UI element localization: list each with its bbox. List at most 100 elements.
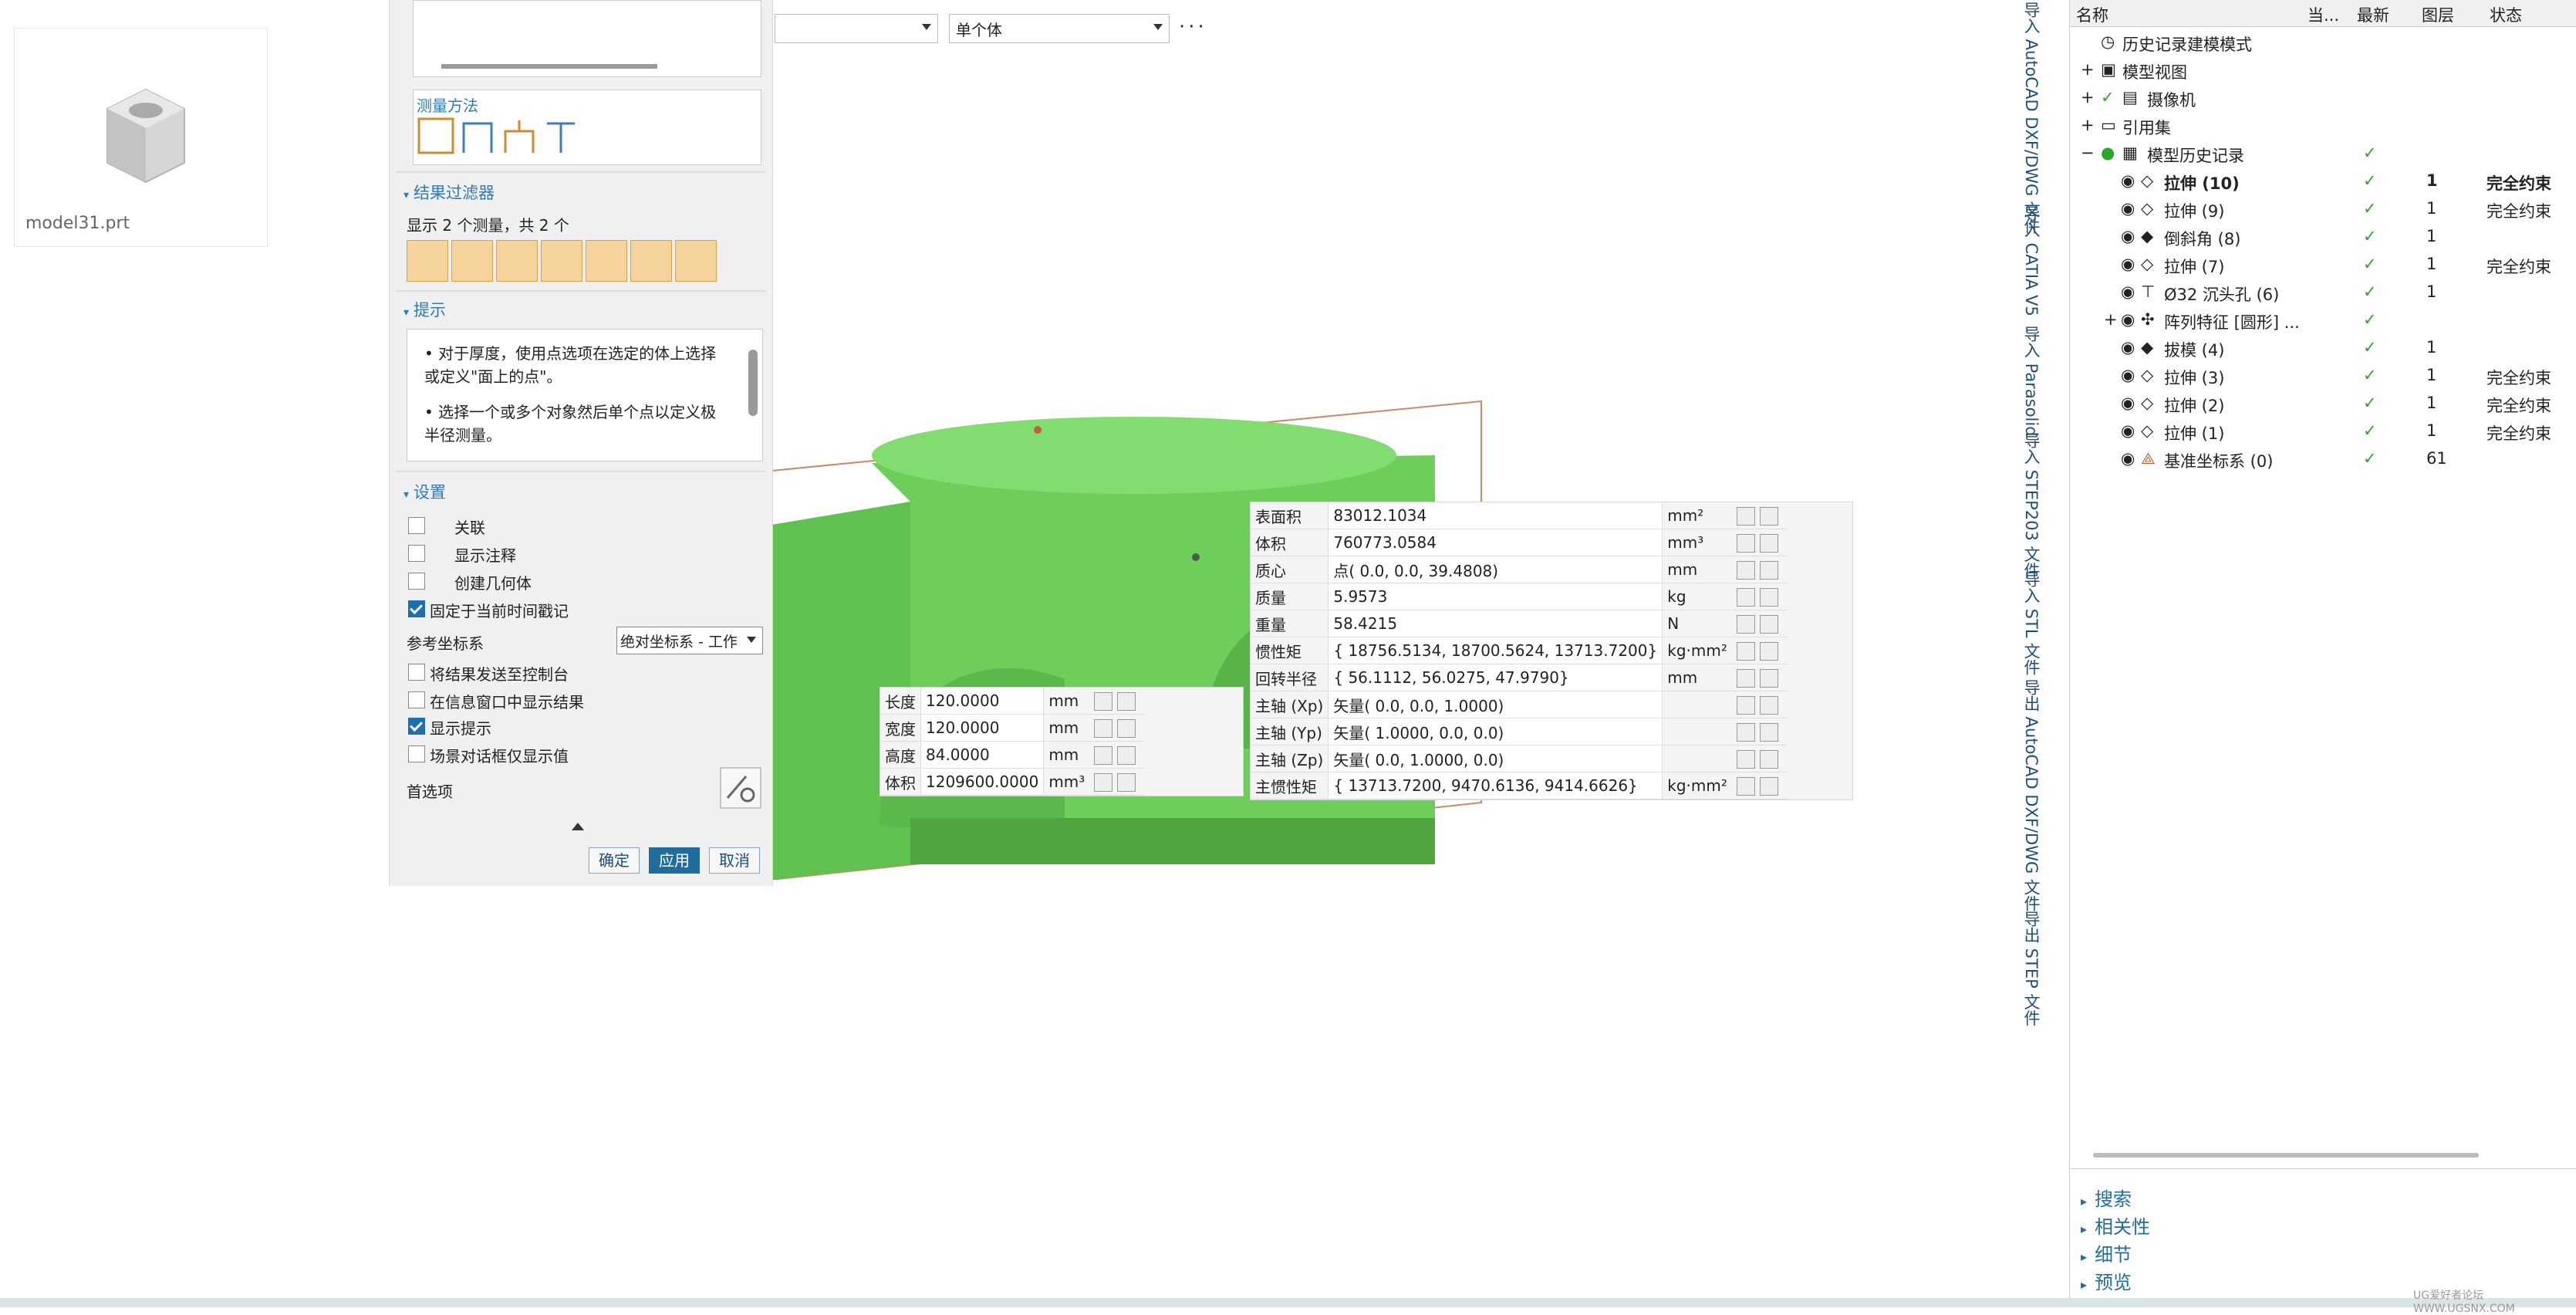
eye-icon[interactable]: ◉: [2121, 171, 2135, 190]
length-method-icon[interactable]: [542, 116, 579, 156]
cell-value[interactable]: 120.0000: [920, 714, 1045, 742]
tree-row[interactable]: ◉ ◇ 拉伸 (1) ✓ 1 完全约束: [2070, 417, 2576, 445]
eye-icon[interactable]: [1759, 533, 1778, 553]
navigator-scrollbar[interactable]: [2093, 1153, 2479, 1158]
volume-filter-icon[interactable]: [586, 240, 627, 282]
result-filter-header[interactable]: ▾ 结果过滤器: [403, 181, 495, 204]
scene-only-checkbox[interactable]: [408, 745, 425, 762]
cancel-button[interactable]: 取消: [709, 847, 760, 874]
eye-icon[interactable]: [1117, 772, 1136, 792]
eye-icon[interactable]: ◉: [2121, 310, 2135, 329]
annotation-icon[interactable]: [1094, 691, 1113, 711]
custom-filter-icon[interactable]: [675, 240, 717, 282]
annotation-icon[interactable]: [1736, 776, 1755, 796]
preview-section[interactable]: ▸ 预览: [2081, 1267, 2132, 1294]
angle-filter-icon[interactable]: [496, 240, 538, 282]
area-filter-icon[interactable]: [541, 240, 582, 282]
projection-method-icon[interactable]: [459, 116, 496, 156]
col-status[interactable]: 状态: [2490, 3, 2522, 26]
annotation-icon[interactable]: [1094, 772, 1113, 792]
tree-row[interactable]: + ◉ ✣ 阵列特征 [圆形] ... ✓: [2070, 306, 2576, 333]
eye-icon[interactable]: [1759, 695, 1778, 715]
tree-row[interactable]: ◉ ◇ 拉伸 (3) ✓ 1 完全约束: [2070, 361, 2576, 389]
expand-icon[interactable]: +: [2081, 116, 2095, 134]
eye-icon[interactable]: ◉: [2121, 227, 2135, 245]
collapse-icon[interactable]: −: [2081, 144, 2095, 162]
side-tab-3[interactable]: 导入 STEP203 文件: [2020, 432, 2043, 579]
eye-icon[interactable]: ◉: [2121, 338, 2135, 357]
create-geometry-checkbox[interactable]: [408, 573, 425, 590]
filter-dropdown-1[interactable]: [775, 14, 938, 43]
cell-value[interactable]: 84.0000: [920, 741, 1045, 769]
side-tab-4[interactable]: 导入 STL 文件: [2020, 571, 2043, 675]
side-tab-2[interactable]: 导入 Parasolid: [2020, 326, 2043, 437]
search-section[interactable]: ▸ 搜索: [2081, 1184, 2132, 1211]
annotation-icon[interactable]: [1094, 718, 1113, 738]
eye-icon[interactable]: [1117, 718, 1136, 738]
eye-icon[interactable]: ◉: [2121, 449, 2135, 468]
radius-filter-icon[interactable]: [630, 240, 672, 282]
tree-row[interactable]: ◉ ◇ 拉伸 (9) ✓ 1 完全约束: [2070, 194, 2576, 222]
annotation-icon[interactable]: [1736, 695, 1755, 715]
eye-icon[interactable]: ◉: [2121, 282, 2135, 301]
preferences-gear-icon[interactable]: [720, 767, 761, 809]
more-button[interactable]: ···: [1179, 15, 1207, 39]
tree-row[interactable]: ◉ ◆ 倒斜角 (8) ✓ 1: [2070, 222, 2576, 250]
col-name[interactable]: 名称: [2076, 3, 2108, 26]
horizontal-scrollbar[interactable]: [441, 64, 657, 69]
eye-icon[interactable]: [1759, 587, 1778, 607]
tree-row[interactable]: ◉ ◇ 拉伸 (10) ✓ 1 完全约束: [2070, 167, 2576, 194]
expand-icon[interactable]: +: [2104, 310, 2118, 329]
eye-icon[interactable]: [1759, 560, 1778, 580]
fix-timestamp-checkbox[interactable]: [408, 600, 425, 617]
distance-filter-icon[interactable]: [407, 240, 448, 282]
arc-filter-icon[interactable]: [451, 240, 493, 282]
ref-csys-dropdown[interactable]: 绝对坐标系 - 工作: [616, 627, 763, 654]
annotation-icon[interactable]: [1736, 722, 1755, 742]
settings-header[interactable]: ▾ 设置: [403, 480, 446, 503]
tree-row[interactable]: − ● ▦ 模型历史记录 ✓: [2070, 139, 2576, 167]
annotation-icon[interactable]: [1736, 614, 1755, 634]
eye-icon[interactable]: [1759, 722, 1778, 742]
side-tab-6[interactable]: 导出 STEP 文件: [2020, 911, 2043, 1026]
eye-icon[interactable]: [1117, 691, 1136, 711]
show-info-window-checkbox[interactable]: [408, 691, 425, 708]
tree-row[interactable]: ◉ ⟁ 基准坐标系 (0) ✓ 61: [2070, 445, 2576, 472]
tree-row[interactable]: + ✓ ▤ 摄像机: [2070, 83, 2576, 111]
eye-icon[interactable]: ◉: [2121, 421, 2135, 440]
eye-icon[interactable]: [1759, 614, 1778, 634]
body-filter-dropdown[interactable]: 单个体: [949, 14, 1170, 43]
eye-icon[interactable]: ◉: [2121, 199, 2135, 218]
dependencies-section[interactable]: ▸ 相关性: [2081, 1212, 2150, 1239]
distance-method-icon[interactable]: [417, 116, 454, 156]
ok-button[interactable]: 确定: [589, 847, 640, 874]
tree-row[interactable]: ◷ 历史记录建模模式: [2070, 28, 2576, 56]
col-layer[interactable]: 图层: [2422, 3, 2454, 26]
tree-row[interactable]: ◉ ◇ 拉伸 (2) ✓ 1 完全约束: [2070, 389, 2576, 417]
tree-row[interactable]: ◉ ◇ 拉伸 (7) ✓ 1 完全约束: [2070, 250, 2576, 278]
eye-icon[interactable]: [1759, 506, 1778, 526]
annotation-icon[interactable]: [1736, 587, 1755, 607]
annotation-icon[interactable]: [1736, 668, 1755, 688]
associative-checkbox[interactable]: [408, 517, 425, 534]
annotation-icon[interactable]: [1736, 506, 1755, 526]
tree-row[interactable]: + ▣ 模型视图: [2070, 56, 2576, 83]
file-thumbnail[interactable]: model31.prt: [14, 28, 268, 247]
apply-button[interactable]: 应用: [649, 847, 700, 874]
eye-icon[interactable]: ◉: [2121, 366, 2135, 384]
hints-scrollbar[interactable]: [748, 350, 758, 416]
details-section[interactable]: ▸ 细节: [2081, 1239, 2132, 1266]
side-tab-0[interactable]: 导入 AutoCAD DXF/DWG 文件: [2020, 2, 2043, 234]
screen-method-icon[interactable]: [501, 116, 538, 156]
side-tab-1[interactable]: 导入 CATIA V5: [2020, 205, 2043, 316]
expand-icon[interactable]: +: [2081, 60, 2095, 79]
eye-icon[interactable]: [1117, 745, 1136, 765]
side-tab-5[interactable]: 导出 AutoCAD DXF/DWG 文件: [2020, 679, 2043, 911]
col-current[interactable]: 当...: [2308, 3, 2339, 26]
cell-value[interactable]: 120.0000: [920, 688, 1045, 715]
annotation-icon[interactable]: [1736, 641, 1755, 661]
annotation-icon[interactable]: [1736, 533, 1755, 553]
collapse-up-icon[interactable]: [572, 823, 584, 830]
eye-icon[interactable]: [1759, 641, 1778, 661]
tree-row[interactable]: ◉ ⊤ Ø32 沉头孔 (6) ✓ 1: [2070, 278, 2576, 306]
